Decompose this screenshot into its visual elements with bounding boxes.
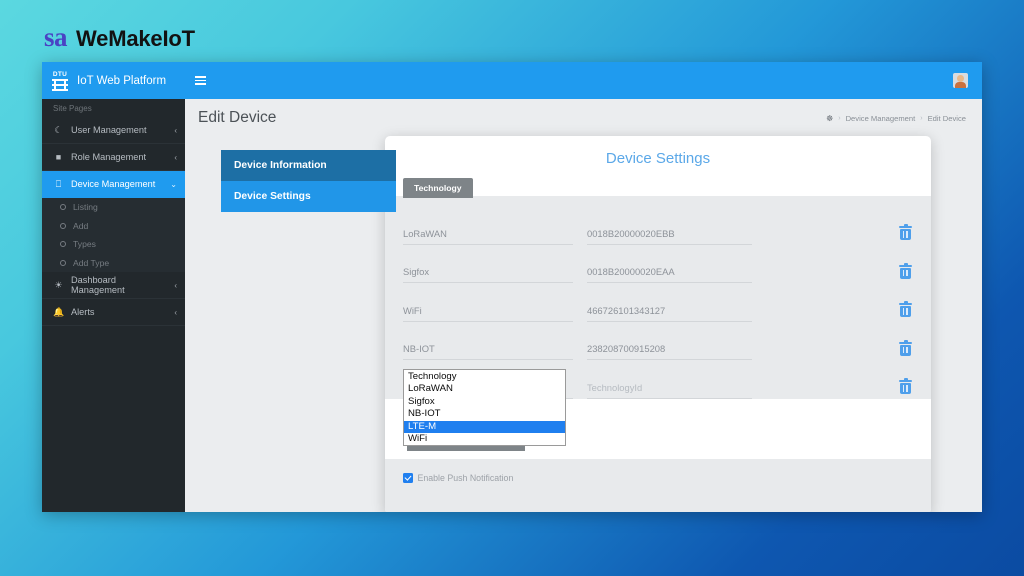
technology-id-field[interactable]: 0018B20000020EAA: [587, 261, 752, 283]
chevron-left-icon: ‹: [174, 307, 177, 317]
table-row: WiFi 466726101343127: [385, 283, 931, 322]
sidebar-subitem-listing[interactable]: Listing: [42, 198, 185, 217]
breadcrumb-separator: ›: [838, 114, 841, 122]
dropdown-option-sigfox[interactable]: Sigfox: [404, 396, 565, 408]
circle-icon: [60, 204, 66, 211]
technology-name-field[interactable]: WiFi: [403, 300, 573, 322]
dropdown-option-lorawan[interactable]: LoRaWAN: [404, 383, 565, 395]
sidebar-subitem-label: Types: [73, 239, 96, 250]
sidebar-subitem-label: Add: [73, 220, 89, 231]
sidebar-subitem-types[interactable]: Types: [42, 235, 185, 254]
sidebar-subitem-label: Listing: [73, 202, 98, 213]
sidebar-item-role-management[interactable]: ■ Role Management ‹: [42, 144, 185, 171]
technology-id-input[interactable]: TechnologyId: [587, 377, 752, 399]
technology-id-field[interactable]: 238208700915208: [587, 338, 752, 360]
device-tabs: Device Information Device Settings: [221, 150, 396, 212]
circle-icon: [60, 241, 66, 248]
enable-push-notification-checkbox[interactable]: [403, 473, 413, 483]
sidebar-title: IoT Web Platform: [77, 74, 167, 87]
chevron-down-icon: ⌄: [170, 179, 177, 189]
breadcrumb: ☸ › Device Management › Edit Device: [826, 114, 966, 123]
app-window: DTU IoT Web Platform Site Pages ☾ User M…: [42, 62, 982, 512]
user-icon: ☾: [54, 124, 63, 135]
tab-device-settings[interactable]: Device Settings: [221, 181, 396, 212]
sidebar: DTU IoT Web Platform Site Pages ☾ User M…: [42, 62, 185, 512]
dashboard-icon: ☀: [54, 279, 63, 290]
trash-icon[interactable]: [898, 339, 913, 357]
technology-id-field[interactable]: 0018B20000020EBB: [587, 223, 752, 245]
technology-name-field[interactable]: NB-IOT: [403, 338, 573, 360]
trash-icon[interactable]: [898, 262, 913, 280]
id-card-icon: ■: [55, 152, 62, 162]
sidebar-subitem-add[interactable]: Add: [42, 217, 185, 236]
page-title: Edit Device: [198, 109, 277, 126]
sidebar-item-dashboard-management[interactable]: ☀ Dashboard Management ‹: [42, 272, 185, 299]
push-notification-row: Enable Push Notification: [403, 473, 931, 483]
chevron-left-icon: ‹: [174, 152, 177, 162]
circle-icon: [60, 259, 66, 266]
bell-icon: 🔔: [53, 306, 65, 317]
technology-tab[interactable]: Technology: [403, 178, 473, 198]
sidebar-item-device-management[interactable]: ⎕ Device Management ⌄: [42, 171, 185, 198]
page-header: Edit Device ☸ › Device Management › Edit…: [185, 99, 982, 137]
table-row: NB-IOT 238208700915208: [385, 322, 931, 360]
dropdown-option-nb-iot[interactable]: NB-IOT: [404, 408, 565, 420]
sidebar-subitem-label: Add Type: [73, 257, 110, 268]
technology-id-field[interactable]: 466726101343127: [587, 300, 752, 322]
table-row: Sigfox 0018B20000020EAA: [385, 245, 931, 283]
breadcrumb-separator: ›: [920, 114, 923, 122]
trash-icon[interactable]: [898, 377, 913, 396]
hamburger-icon[interactable]: [195, 76, 206, 85]
sidebar-item-label: Device Management: [71, 179, 156, 189]
user-avatar-icon[interactable]: [953, 73, 968, 88]
chevron-left-icon: ‹: [174, 125, 177, 135]
card-footer: Enable Push Notification: [385, 459, 931, 512]
technology-name-field[interactable]: LoRaWAN: [403, 223, 573, 245]
chevron-left-icon: ‹: [174, 280, 177, 290]
trash-icon[interactable]: [898, 300, 913, 319]
card-title: Device Settings: [605, 150, 711, 167]
enable-push-notification-label: Enable Push Notification: [417, 473, 514, 483]
brand-name: WeMakeIoT: [76, 26, 195, 51]
sidebar-item-user-management[interactable]: ☾ User Management ‹: [42, 117, 185, 144]
sidebar-item-label: User Management: [71, 125, 147, 135]
dropdown-option-technology[interactable]: Technology: [404, 371, 565, 383]
dtu-logo-icon: DTU: [50, 70, 70, 92]
breadcrumb-item-edit-device: Edit Device: [927, 113, 966, 123]
sidebar-item-label: Role Management: [71, 152, 147, 162]
device-settings-card: Device Settings Technology LoRaWAN 0018B…: [385, 136, 931, 512]
brand-prefix: sa: [44, 22, 68, 52]
dropdown-option-lte-m[interactable]: LTE-M: [404, 420, 565, 433]
trash-icon[interactable]: [898, 223, 913, 242]
sidebar-submenu-device-management: Listing Add Types Add Type: [42, 198, 185, 272]
circle-icon: [60, 222, 66, 229]
sidebar-item-label: Alerts: [71, 307, 95, 317]
sidebar-brand[interactable]: DTU IoT Web Platform: [42, 62, 185, 99]
tab-label: Device Information: [234, 160, 327, 171]
sidebar-item-label: Dashboard Management: [71, 275, 125, 295]
dashboard-icon: ☸: [826, 113, 834, 123]
technology-dropdown-list[interactable]: Technology LoRaWAN Sigfox NB-IOT LTE-M W…: [403, 369, 566, 447]
topbar: [185, 62, 982, 99]
technology-name-field[interactable]: Sigfox: [403, 261, 573, 283]
main-content: Edit Device ☸ › Device Management › Edit…: [185, 62, 982, 512]
technology-tab-row: Technology: [385, 178, 931, 198]
tab-label: Device Settings: [234, 191, 311, 202]
monitor-icon: ⎕: [55, 178, 62, 189]
breadcrumb-item-device-management[interactable]: Device Management: [846, 114, 916, 123]
table-row: LoRaWAN 0018B20000020EBB: [385, 206, 931, 245]
sidebar-subitem-add-type[interactable]: Add Type: [42, 254, 185, 273]
sidebar-section-label: Site Pages: [42, 99, 185, 117]
dropdown-option-wifi[interactable]: WiFi: [404, 433, 565, 445]
brand-logo: sa WeMakeIoT: [44, 22, 195, 53]
sidebar-item-alerts[interactable]: 🔔 Alerts ‹: [42, 299, 185, 326]
tab-device-information[interactable]: Device Information: [221, 150, 396, 181]
